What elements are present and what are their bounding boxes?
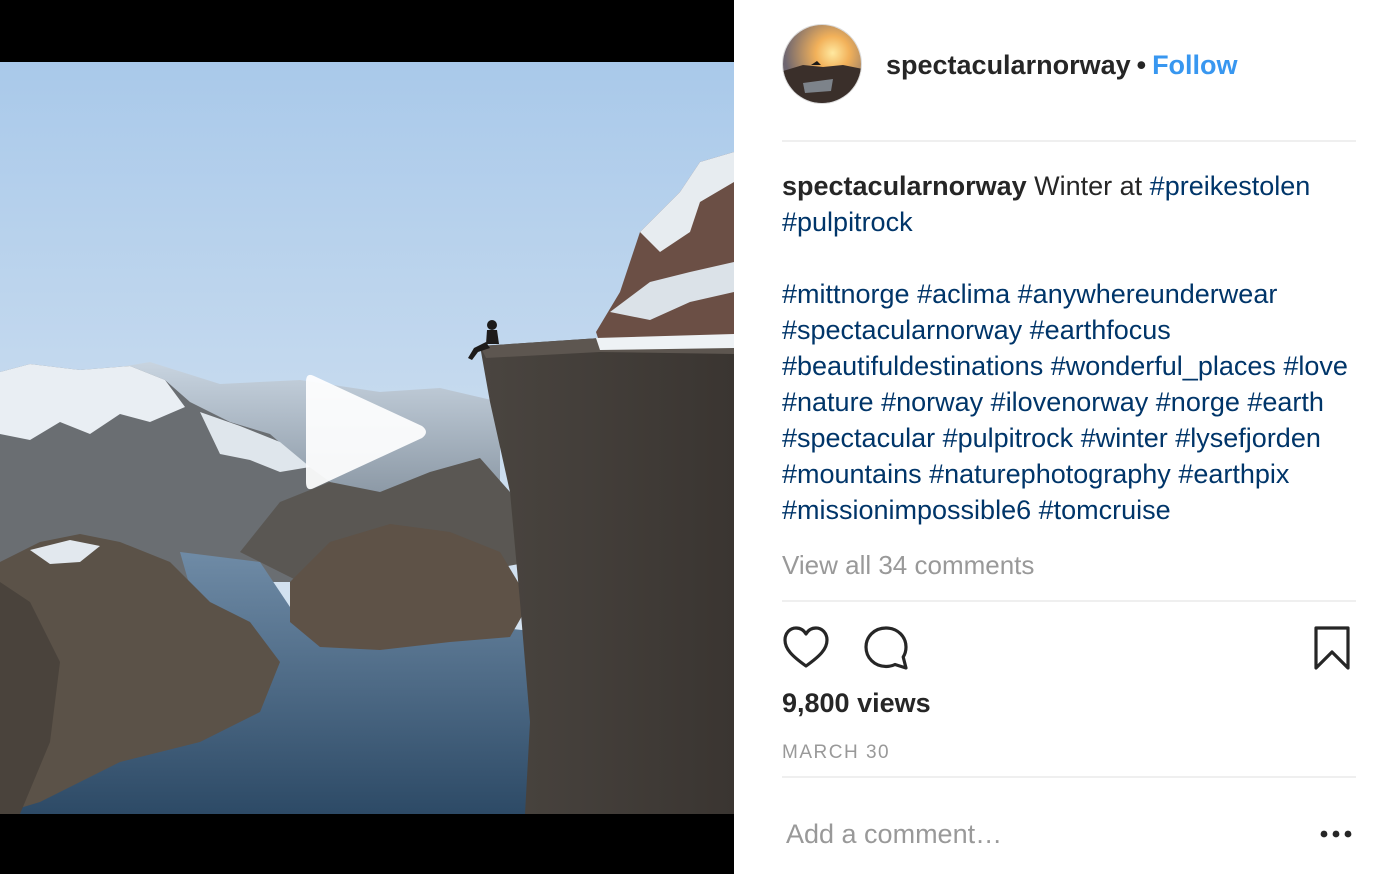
hashtag-link[interactable]: #preikestolen [1150,171,1311,201]
post-media[interactable] [0,0,734,874]
hashtag-link[interactable]: #aclima [917,279,1010,309]
comment-input[interactable] [782,812,1302,856]
hashtag-link[interactable]: #wonderful_places [1051,351,1276,381]
comment-form [782,800,1356,864]
hashtag-link[interactable]: #norway [881,387,983,417]
avatar-image [783,25,861,103]
hashtag-link[interactable]: #winter [1081,423,1168,453]
play-button[interactable] [296,362,436,502]
hashtag-link[interactable]: #pulpitrock [943,423,1074,453]
heart-icon [783,626,829,668]
like-button[interactable] [782,624,830,672]
post-date[interactable]: MARCH 30 [782,742,890,764]
hashtag-link[interactable]: #norge [1156,387,1240,417]
ellipsis-icon [1320,830,1352,838]
view-all-comments-link[interactable]: View all 34 comments [782,548,1362,582]
hashtag-link[interactable]: #spectacularnorway [782,315,1022,345]
hashtag-link[interactable]: #anywhereunderwear [1018,279,1278,309]
separator-dot: • [1136,50,1147,80]
hashtag-link[interactable]: #mountains [782,459,922,489]
hashtag-link[interactable]: #nature [782,387,874,417]
hashtag-link[interactable]: #naturephotography [929,459,1171,489]
hashtag-link[interactable]: #earth [1247,387,1324,417]
caption-text: Winter at [1034,171,1143,201]
post-caption: spectacularnorway Winter at #preikestole… [782,168,1362,528]
save-button[interactable] [1308,624,1356,672]
hashtag-link[interactable]: #earthpix [1178,459,1289,489]
hashtag-link[interactable]: #beautifuldestinations [782,351,1043,381]
avatar[interactable] [782,24,862,104]
play-icon [306,374,426,490]
hashtag-link[interactable]: #tomcruise [1039,495,1171,525]
post-header: spectacularnorway • Follow [782,24,1356,142]
hashtag-link[interactable]: #spectacular [782,423,935,453]
hashtag-link[interactable]: #missionimpossible6 [782,495,1031,525]
caption-username[interactable]: spectacularnorway [782,171,1027,201]
follow-button[interactable]: Follow [1152,50,1237,80]
hashtag-link[interactable]: #mittnorge [782,279,910,309]
hashtag-link[interactable]: #ilovenorway [991,387,1149,417]
hashtag-link[interactable]: #earthfocus [1030,315,1171,345]
post-author-username[interactable]: spectacularnorway [886,50,1131,80]
hashtag-link[interactable]: #lysefjorden [1175,423,1321,453]
hashtag-link[interactable]: #pulpitrock [782,207,913,237]
bookmark-icon [1314,626,1350,670]
more-options-button[interactable] [1316,818,1356,850]
caption-area: spectacularnorway Winter at #preikestole… [782,168,1362,600]
post-sidebar: spectacularnorway • Follow spectacularnorw… [734,0,1390,874]
post-actions: 9,800 views MARCH 30 [782,600,1356,778]
comment-button[interactable] [862,624,910,672]
view-count[interactable]: 9,800 views [782,688,931,719]
hashtag-link[interactable]: #love [1283,351,1348,381]
speech-bubble-icon [864,626,908,670]
